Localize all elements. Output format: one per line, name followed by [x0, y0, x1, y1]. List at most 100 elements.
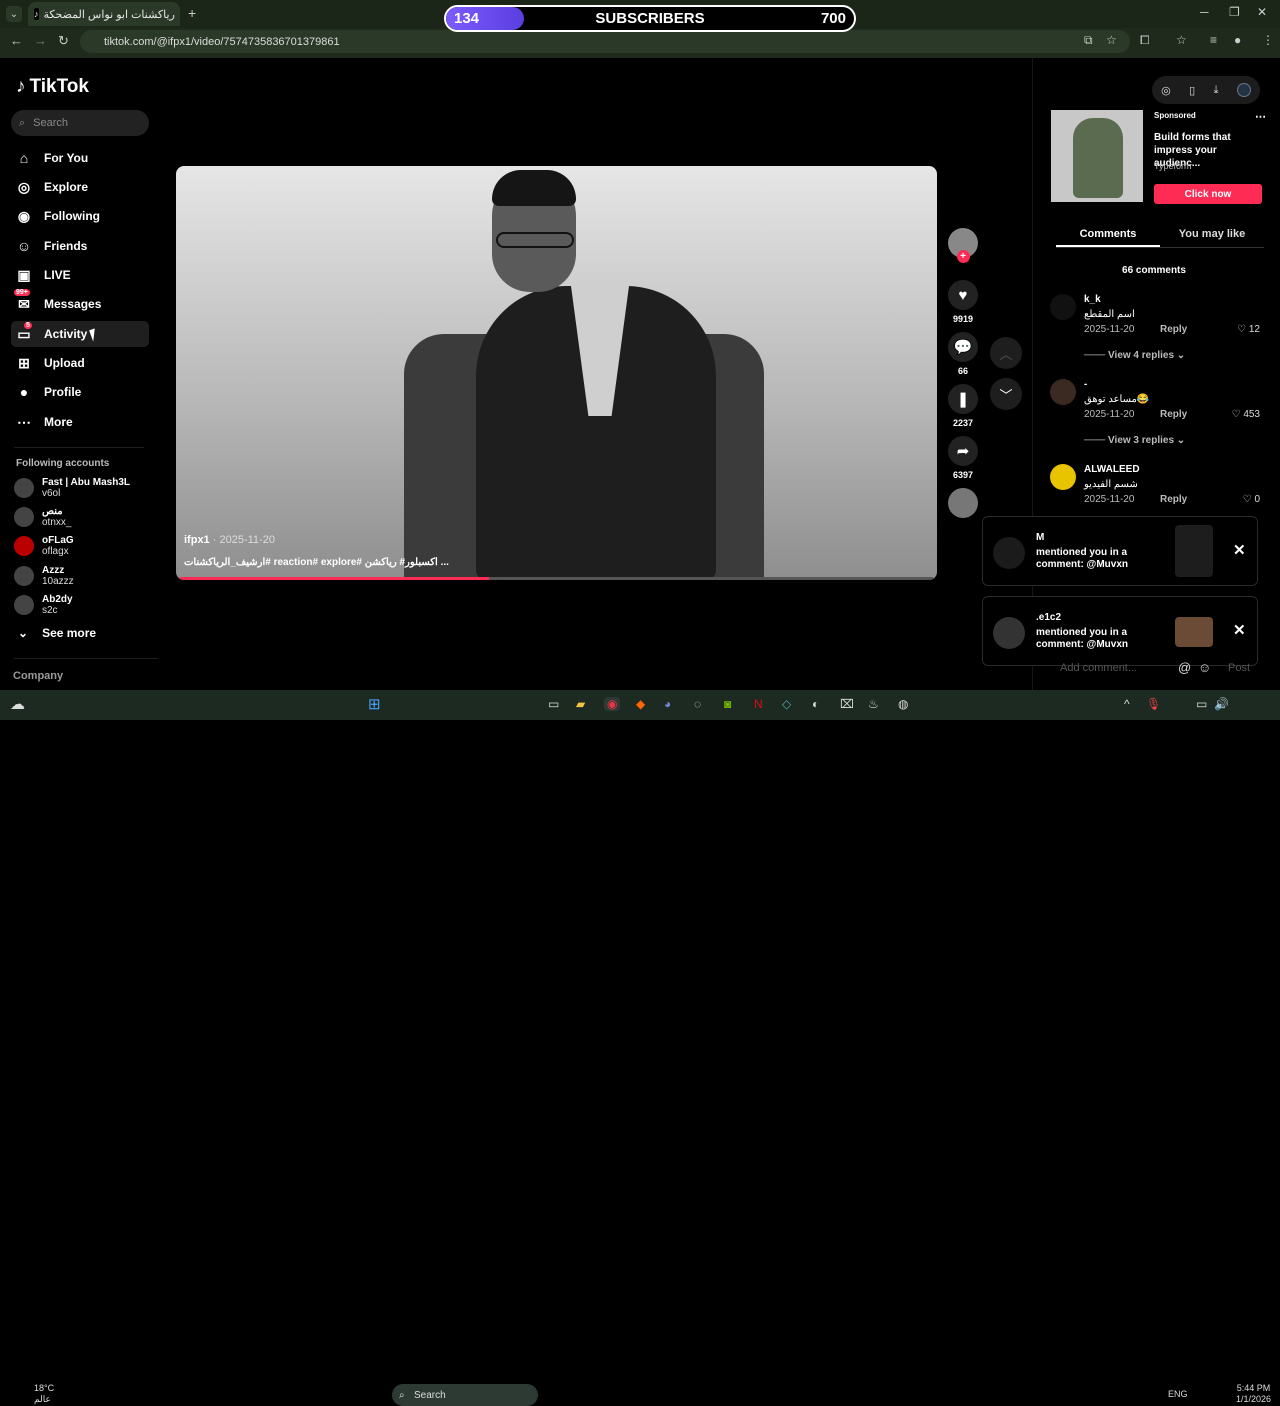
following-account[interactable]: oFLaGoflagx [14, 535, 154, 557]
app-icon[interactable]: ⌧ [840, 697, 854, 711]
language-indicator[interactable]: ENG [1168, 1389, 1188, 1399]
comment-button[interactable]: 💬 66 [946, 332, 980, 376]
brave-icon[interactable]: ◆ [636, 697, 645, 711]
nav-following[interactable]: ◉ Following [11, 203, 149, 229]
close-icon[interactable]: ✕ [1233, 541, 1246, 559]
ad-cta-button[interactable]: Click now [1154, 184, 1262, 204]
avatar[interactable] [1237, 83, 1251, 97]
app-icon[interactable]: ◍ [898, 697, 908, 711]
tray-chevron-icon[interactable]: ^ [1124, 697, 1130, 711]
subscriber-label: SUBSCRIBERS [595, 10, 704, 27]
view-replies-button[interactable]: ─── View 4 replies ⌄ [1084, 350, 1185, 361]
extensions-icon[interactable]: ⧠ [1140, 33, 1150, 48]
reply-button[interactable]: Reply [1160, 324, 1187, 335]
install-app-icon[interactable]: ⧉ [1084, 33, 1093, 48]
prev-video-button[interactable]: ︿ [990, 337, 1022, 369]
task-view-icon[interactable]: ▭ [548, 697, 559, 711]
mention-notification[interactable]: .e1c2 mentioned you in a comment: @Muvxn… [982, 596, 1258, 666]
url-field[interactable]: tiktok.com/@ifpx1/video/7574735836701379… [80, 30, 1130, 53]
following-account[interactable]: Fast | Abu Mash3Lv6ol [14, 477, 154, 499]
like-button[interactable]: ♥ 9919 [946, 280, 980, 324]
tab-comments[interactable]: Comments [1056, 228, 1160, 247]
see-more-button[interactable]: ⌄ See more [18, 626, 96, 640]
nav-messages[interactable]: ✉ 99+ Messages [11, 291, 149, 317]
tab-search-icon[interactable]: ⌄ [6, 6, 22, 22]
video-progress-bar[interactable] [180, 577, 933, 580]
reply-button[interactable]: Reply [1160, 409, 1187, 420]
weather-widget[interactable]: 18°C عالم [34, 1383, 54, 1405]
netflix-icon[interactable]: N [754, 697, 763, 711]
nav-activity[interactable]: ▭ 5 Activity [11, 321, 149, 347]
microphone-icon[interactable]: 🎙 [1146, 697, 1161, 711]
panel-tabs: Comments You may like [1056, 228, 1264, 248]
post-button[interactable]: Post [1228, 662, 1250, 674]
avatar[interactable] [1050, 294, 1076, 320]
avatar[interactable] [1050, 379, 1076, 405]
video-player[interactable]: ifpx1 · 2025-11-20 ارشيف_الرياكشنات# rea… [176, 166, 937, 580]
profile-avatar-icon[interactable]: ● [1234, 33, 1241, 47]
tiktok-logo[interactable]: ♪ TikTok [16, 76, 89, 98]
video-caption[interactable]: ارشيف_الرياكشنات# reaction# explore# اكس… [184, 557, 449, 568]
comment-like[interactable]: ♡ 453 [1232, 409, 1260, 420]
media-control-icon[interactable]: ≡ [1210, 33, 1217, 47]
following-account[interactable]: Azzz10azzz [14, 565, 154, 587]
save-button[interactable]: ❚ 2237 [946, 384, 980, 428]
nvidia-icon[interactable]: ◙ [724, 697, 731, 711]
windows-start-icon[interactable]: ⊞ [368, 695, 381, 713]
company-link[interactable]: Company [13, 670, 63, 682]
maximize-button[interactable]: ❐ [1229, 5, 1240, 19]
close-icon[interactable]: ✕ [1233, 621, 1246, 639]
discord-icon[interactable]: ◕ [664, 697, 671, 711]
tab-you-may-like[interactable]: You may like [1160, 228, 1264, 247]
new-tab-button[interactable]: + [188, 5, 196, 21]
ad-more-icon[interactable]: ⋯ [1255, 110, 1266, 123]
search-input[interactable]: ⌕ Search [11, 110, 149, 136]
sponsored-label: Sponsored [1154, 111, 1196, 120]
network-icon[interactable]: ▭ [1196, 697, 1207, 711]
app-icon[interactable]: ◐ [812, 697, 819, 711]
window-close-button[interactable]: ✕ [1257, 5, 1267, 19]
follow-plus-icon[interactable]: + [957, 250, 970, 263]
taskbar-search[interactable]: ⌕ Search [392, 1384, 538, 1406]
reply-button[interactable]: Reply [1160, 494, 1187, 505]
video-author[interactable]: ifpx1 [184, 534, 210, 546]
sponsored-ad[interactable]: Sponsored ⋯ Build forms that impress you… [1051, 110, 1266, 202]
compass-icon[interactable]: ◎ [1161, 84, 1171, 97]
phone-icon[interactable]: ▯ [1189, 84, 1195, 97]
comment-input[interactable]: Add comment... [1060, 662, 1137, 674]
view-replies-button[interactable]: ─── View 3 replies ⌄ [1084, 435, 1185, 446]
bookmark-star-icon[interactable]: ☆ [1106, 33, 1117, 47]
emoji-icon[interactable]: ☺ [1198, 660, 1211, 675]
comment-like[interactable]: ♡ 0 [1243, 494, 1260, 505]
menu-kebab-icon[interactable]: ⋮ [1262, 33, 1274, 47]
avatar[interactable] [1050, 464, 1076, 490]
file-explorer-icon[interactable]: ▰ [576, 697, 585, 711]
comment-like[interactable]: ♡ 12 [1237, 324, 1260, 335]
following-account[interactable]: Ab2dys2c [14, 594, 154, 616]
mention-icon[interactable]: @ [1178, 660, 1191, 675]
next-video-button[interactable]: ﹀ [990, 378, 1022, 410]
comment-input-bar[interactable]: Add comment... @ ☺ Post [1050, 658, 1260, 680]
nav-for-you[interactable]: ⌂ For You [11, 145, 149, 171]
steam-icon[interactable]: ♨ [868, 697, 879, 711]
nav-upload[interactable]: ⊞ Upload [11, 350, 149, 376]
following-account[interactable]: منصotnxx_ [14, 506, 154, 528]
share-button[interactable]: ➦ 6397 [946, 436, 980, 480]
browser-tab[interactable]: ♪ رياكشنات ابو نواس المضحكة 🔊 ✕ [28, 2, 180, 26]
nav-live[interactable]: ▣ LIVE [11, 262, 149, 288]
nav-more[interactable]: ⋯ More [11, 409, 149, 435]
chrome-icon[interactable]: ◉ [604, 697, 620, 711]
mention-notification[interactable]: M mentioned you in a comment: @Muvxn ✕ [982, 516, 1258, 586]
bookmarks-icon[interactable]: ☆ [1176, 33, 1187, 47]
nav-friends[interactable]: ☺ Friends [11, 233, 149, 259]
volume-icon[interactable]: 🔊 [1214, 697, 1229, 711]
app-icon[interactable]: ◌ [694, 697, 701, 711]
sound-disc[interactable] [946, 488, 980, 518]
download-icon[interactable]: ⤓ [1214, 84, 1219, 97]
nav-profile[interactable]: ● Profile [11, 379, 149, 405]
app-icon[interactable]: ◇ [782, 697, 791, 711]
taskbar-clock[interactable]: 5:44 PM 1/1/2026 [1236, 1383, 1271, 1405]
creator-avatar[interactable]: + [946, 228, 980, 263]
nav-explore[interactable]: ◎ Explore [11, 174, 149, 200]
minimize-button[interactable]: ─ [1200, 5, 1209, 19]
